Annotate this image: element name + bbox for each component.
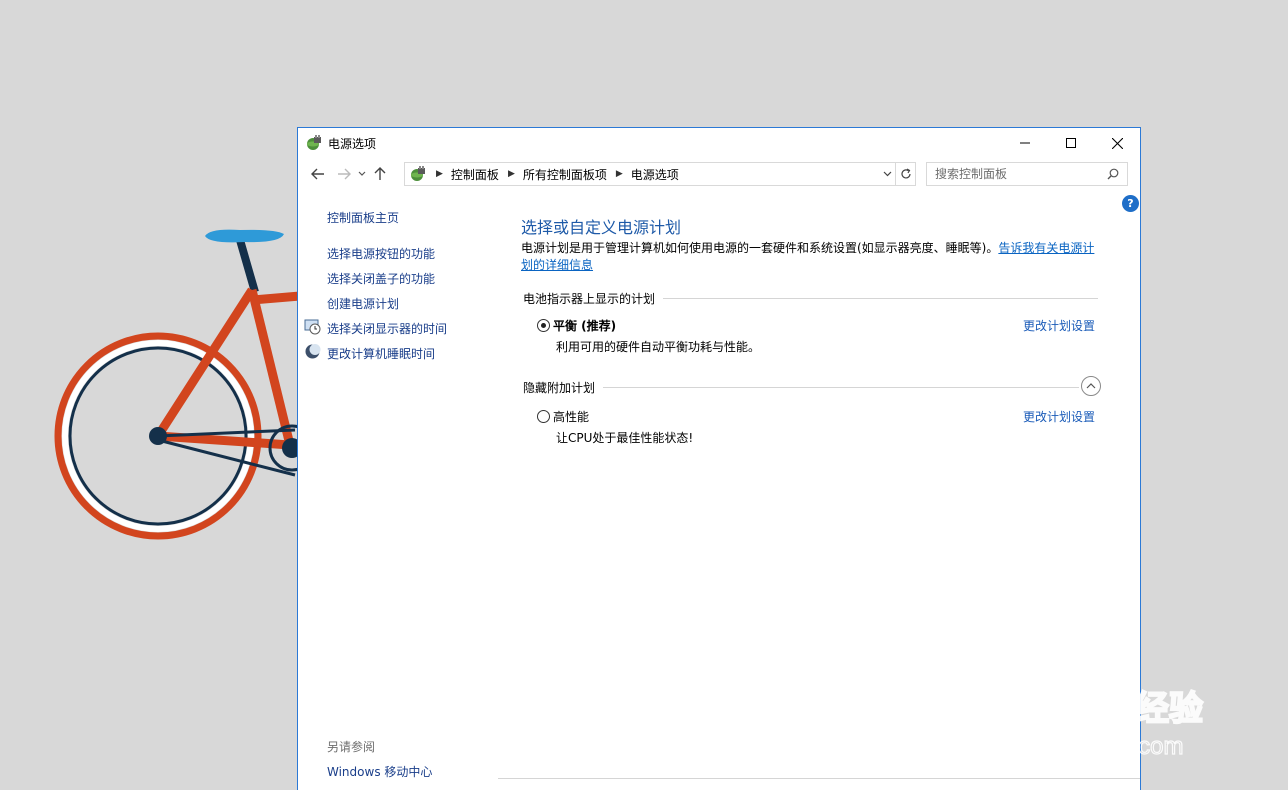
group-title: 电池指示器上显示的计划 (523, 292, 656, 306)
sidebar-link-control-panel-home[interactable]: 控制面板主页 (327, 209, 399, 226)
description-text: 电源计划是用于管理计算机如何使用电源的一套硬件和系统设置(如显示器亮度、睡眠等)… (521, 241, 999, 255)
maximize-icon (1066, 138, 1076, 148)
refresh-icon (900, 168, 911, 179)
chevron-down-icon (883, 171, 891, 177)
group-divider (603, 387, 1080, 388)
up-button[interactable] (369, 162, 391, 186)
chevron-down-icon (358, 171, 366, 176)
sidebar-link-lid-close[interactable]: 选择关闭盖子的功能 (327, 270, 435, 287)
baidu-jingyan-watermark: Bai du 经验 jingyan.baidu.com (988, 649, 1204, 761)
breadcrumb-all-items[interactable]: 所有控制面板项 (523, 166, 607, 183)
address-dropdown-button[interactable] (879, 163, 895, 185)
refresh-button[interactable] (896, 162, 916, 186)
chevron-up-icon (1086, 383, 1096, 389)
page-title: 选择或自定义电源计划 (521, 218, 682, 237)
forward-button[interactable] (333, 162, 355, 186)
breadcrumb-separator-icon[interactable]: ▶ (508, 169, 515, 179)
power-options-icon (411, 166, 425, 181)
back-arrow-icon (311, 168, 324, 180)
sidebar-link-display-off-time[interactable]: 选择关闭显示器的时间 (327, 320, 447, 337)
watermark-brand-du: du (1080, 691, 1119, 727)
search-icon[interactable] (1107, 168, 1119, 180)
sidebar-link-sleep-time[interactable]: 更改计算机睡眠时间 (327, 345, 435, 362)
task-sidebar: 控制面板主页 选择电源按钮的功能 选择关闭盖子的功能 创建电源计划 选择关闭显示… (298, 190, 498, 790)
power-options-icon (307, 135, 321, 150)
bottom-divider (498, 778, 1140, 779)
sidebar-link-create-plan[interactable]: 创建电源计划 (327, 295, 399, 312)
breadcrumb-separator-icon[interactable]: ▶ (436, 169, 443, 179)
group-title: 隐藏附加计划 (523, 381, 596, 395)
plan-radio-balanced[interactable] (537, 319, 550, 332)
search-box[interactable] (926, 162, 1128, 186)
see-also-link-mobility-center[interactable]: Windows 移动中心 (327, 763, 432, 780)
group-header-battery-plans: 电池指示器上显示的计划 (523, 290, 1099, 307)
help-icon[interactable]: ? (1122, 195, 1139, 212)
watermark-brand-cn: 经验 (1135, 689, 1203, 729)
close-button[interactable] (1094, 128, 1140, 158)
title-bar[interactable]: 电源选项 (298, 128, 1140, 158)
maximize-button[interactable] (1048, 128, 1094, 158)
window-title: 电源选项 (328, 136, 377, 151)
plan-description: 让CPU处于最佳性能状态! (556, 431, 694, 445)
watermark-brand: Bai (990, 678, 1068, 734)
plan-radio-high-performance[interactable] (537, 410, 550, 423)
window-controls (1002, 128, 1140, 158)
close-icon (1111, 137, 1123, 149)
minimize-button[interactable] (1002, 128, 1048, 158)
sidebar-link-power-button[interactable]: 选择电源按钮的功能 (327, 245, 435, 262)
plan-name[interactable]: 高性能 (553, 408, 589, 425)
breadcrumb-power-options[interactable]: 电源选项 (631, 166, 679, 183)
collapse-hidden-plans-button[interactable] (1081, 376, 1101, 396)
watermark-url: jingyan.baidu.com (989, 733, 1183, 760)
group-header-hidden-plans[interactable]: 隐藏附加计划 (523, 379, 1080, 396)
back-button[interactable] (307, 162, 329, 186)
plan-name[interactable]: 平衡 (推荐) (553, 317, 616, 334)
breadcrumb-control-panel[interactable]: 控制面板 (451, 166, 499, 183)
address-bar[interactable]: ▶ 控制面板 ▶ 所有控制面板项 ▶ 电源选项 (404, 162, 896, 186)
search-input[interactable] (935, 164, 1105, 184)
group-divider (663, 298, 1099, 299)
navigation-bar: ▶ 控制面板 ▶ 所有控制面板项 ▶ 电源选项 (298, 158, 1140, 190)
display-timer-icon (304, 319, 321, 335)
minimize-icon (1020, 142, 1030, 144)
forward-arrow-icon (338, 168, 351, 180)
recent-locations-button[interactable] (355, 162, 369, 186)
page-description: 电源计划是用于管理计算机如何使用电源的一套硬件和系统设置(如显示器亮度、睡眠等)… (521, 240, 1099, 274)
change-plan-settings-link[interactable]: 更改计划设置 (1023, 408, 1095, 425)
change-plan-settings-link[interactable]: 更改计划设置 (1023, 317, 1095, 334)
sleep-moon-icon (305, 344, 321, 359)
plan-description: 利用可用的硬件自动平衡功耗与性能。 (556, 340, 761, 354)
up-arrow-icon (374, 167, 386, 180)
breadcrumb-separator-icon[interactable]: ▶ (616, 169, 623, 179)
see-also-heading: 另请参阅 (327, 740, 376, 754)
